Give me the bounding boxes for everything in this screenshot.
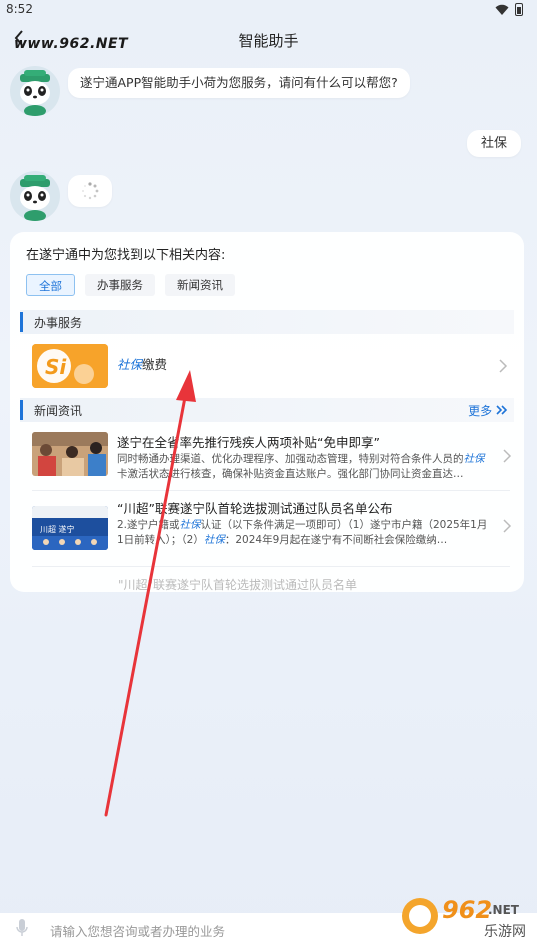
- wifi-icon: [495, 4, 509, 15]
- chat-input-placeholder: 请输入您想咨询或者办理的业务: [50, 924, 226, 939]
- news-section-header: 新闻资讯 更多: [20, 398, 514, 422]
- social-security-card-icon: Si: [32, 344, 108, 388]
- news-description: 同时畅通办理渠道、优化办理程序、加强动态管理，特别对符合条件人员的社保卡激活状态…: [117, 453, 485, 480]
- more-news-link[interactable]: 更多: [468, 402, 508, 419]
- loading-spinner-icon: [82, 182, 99, 200]
- header: www.962.NET 智能助手: [0, 20, 537, 60]
- svg-text:Si: Si: [45, 355, 67, 379]
- keyword-highlight: 社保: [179, 519, 201, 531]
- svg-text:川超 遂宁: 川超 遂宁: [40, 524, 75, 534]
- chevron-right-icon: [503, 449, 512, 463]
- user-message-bubble: 社保: [466, 130, 521, 157]
- battery-icon: [515, 3, 523, 16]
- services-section-title: 办事服务: [34, 316, 83, 330]
- bot-loading-bubble: [68, 175, 112, 207]
- assistant-avatar: [10, 171, 60, 221]
- news-item[interactable]: 川超 遂宁 “川超”联赛遂宁队首轮选拔测试通过队员名单公布 2.遂宁户籍或社保认…: [32, 498, 518, 558]
- service-item-social-security-payment[interactable]: Si 社保缴费: [32, 342, 518, 392]
- service-item-label: 社保缴费: [117, 357, 168, 372]
- tab-news[interactable]: 新闻资讯: [165, 274, 235, 296]
- truncated-news-title: "川超"联赛遂宁队首轮选拔测试通过队员名单: [118, 578, 358, 592]
- assistant-avatar: [10, 66, 60, 116]
- divider: [32, 566, 510, 567]
- keyword-highlight: 社保: [463, 453, 485, 465]
- services-section-header: 办事服务: [20, 310, 514, 334]
- results-heading: 在遂宁通中为您找到以下相关内容:: [26, 248, 226, 263]
- keyword-highlight: 社保: [117, 357, 143, 372]
- bot-greeting-bubble: 遂宁通APP智能助手小荷为您服务，请问有什么可以帮您?: [68, 68, 410, 98]
- svg-text:.NET: .NET: [488, 903, 520, 917]
- divider: [32, 490, 510, 491]
- panda-avatar-icon: [20, 70, 50, 116]
- svg-text:乐游网: 乐游网: [484, 924, 526, 940]
- section-accent-bar: [20, 312, 23, 332]
- svg-text:962: 962: [442, 896, 492, 924]
- watermark-logo: 962 .NET 乐游网: [402, 896, 526, 940]
- news-section-title: 新闻资讯: [34, 404, 83, 418]
- news-item[interactable]: 遂宁在全省率先推行残疾人两项补贴“免申即享” 同时畅通办理渠道、优化办理程序、加…: [32, 432, 518, 484]
- microphone-icon[interactable]: [16, 919, 28, 937]
- status-icons: [495, 3, 523, 16]
- section-accent-bar: [20, 400, 23, 420]
- news-thumbnail-image: [32, 432, 108, 476]
- news-title: “川超”联赛遂宁队首轮选拔测试通过队员名单公布: [117, 501, 393, 516]
- news-description: 2.遂宁户籍或社保认证（以下条件满足一项即可）（1）遂宁市户籍（2025年1月1…: [117, 519, 488, 546]
- chevron-right-icon: [499, 359, 508, 373]
- results-tabs: 全部 办事服务 新闻资讯: [26, 274, 235, 296]
- keyword-highlight: 社保: [203, 534, 225, 546]
- status-bar: 8:52: [0, 0, 537, 20]
- tab-services[interactable]: 办事服务: [85, 274, 155, 296]
- tab-all[interactable]: 全部: [26, 274, 75, 296]
- status-time: 8:52: [6, 2, 33, 16]
- chevron-right-icon: [503, 519, 512, 533]
- news-thumbnail-image: 川超 遂宁: [32, 506, 108, 550]
- news-title: 遂宁在全省率先推行残疾人两项补贴“免申即享”: [117, 435, 380, 450]
- page-title: 智能助手: [238, 32, 299, 50]
- double-chevron-icon: [496, 405, 508, 415]
- search-results-card: 在遂宁通中为您找到以下相关内容: 全部 办事服务 新闻资讯 办事服务 Si 社保…: [10, 232, 524, 592]
- panda-avatar-icon: [20, 175, 50, 221]
